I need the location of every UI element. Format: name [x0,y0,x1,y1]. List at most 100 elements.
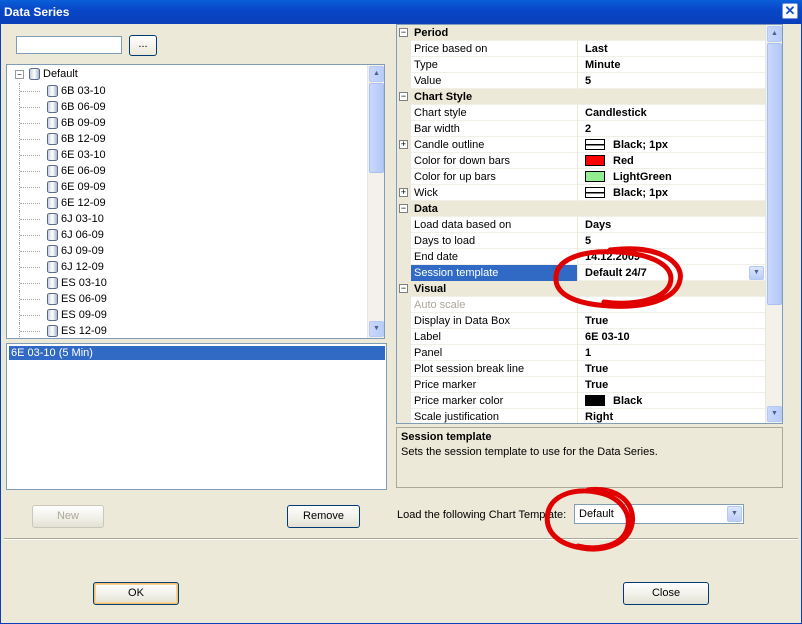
prop-load-based-on[interactable]: Load data based on Days [397,217,766,233]
remove-button[interactable]: Remove [287,505,360,528]
tree-item[interactable]: 6B 03-10 [7,83,367,99]
tree-root-default[interactable]: − Default [15,68,78,84]
line-style-icon [585,187,605,198]
scroll-up-icon[interactable]: ▲ [767,26,782,42]
scroll-down-icon[interactable]: ▼ [369,321,384,337]
database-icon [47,293,58,306]
prop-color-down[interactable]: Color for down bars Red [397,153,766,169]
tree-item-label: ES 03-10 [61,277,107,289]
tree-item[interactable]: 6E 03-10 [7,147,367,163]
prop-display-data-box[interactable]: Display in Data Box True [397,313,766,329]
database-icon [47,85,58,98]
tree-item-label: 6J 09-09 [61,245,104,257]
property-grid[interactable]: − Period Price based on Last Type Minute Va… [396,24,783,424]
series-row[interactable]: 6E 03-10 (5 Min) [9,346,385,360]
tree-item[interactable]: 6E 06-09 [7,163,367,179]
tree-item-label: 6B 03-10 [61,85,106,97]
scroll-thumb[interactable] [767,43,782,305]
tree-connector [19,131,43,147]
tree-item-label: 6E 09-09 [61,181,106,193]
prop-scale-justification[interactable]: Scale justification Right [397,409,766,423]
tree-connector [19,307,43,323]
tree-connector [19,179,43,195]
tree-item[interactable]: ES 12-09 [7,323,367,338]
prop-bar-width[interactable]: Bar width 2 [397,121,766,137]
database-icon [47,181,58,194]
close-button[interactable]: Close [623,582,709,605]
category-period[interactable]: − Period [397,25,766,41]
expand-icon[interactable]: + [399,188,408,197]
tree-connector [19,83,43,99]
tree-connector [19,259,43,275]
tree-item[interactable]: 6E 09-09 [7,179,367,195]
category-chart-style[interactable]: − Chart Style [397,89,766,105]
tree-item-label: 6E 06-09 [61,165,106,177]
new-button[interactable]: New [32,505,104,528]
scroll-thumb[interactable] [369,83,384,173]
collapse-icon[interactable]: − [399,92,408,101]
database-icon [47,197,58,210]
ok-button[interactable]: OK [93,582,179,605]
prop-plot-session-break[interactable]: Plot session break line True [397,361,766,377]
property-description: Session template Sets the session templa… [396,427,783,488]
prop-value[interactable]: Value 5 [397,73,766,89]
prop-candle-outline[interactable]: + Candle outline Black; 1px [397,137,766,153]
close-window-button[interactable]: ✕ [782,3,798,19]
dropdown-arrow-icon[interactable]: ▼ [749,266,764,280]
prop-days-to-load[interactable]: Days to load 5 [397,233,766,249]
collapse-icon[interactable]: − [399,284,408,293]
tree-item[interactable]: 6J 06-09 [7,227,367,243]
selected-series-list[interactable]: 6E 03-10 (5 Min) [6,343,387,490]
prop-auto-scale: Auto scale [397,297,766,313]
prop-end-date[interactable]: End date 14.12.2009 [397,249,766,265]
collapse-icon[interactable]: − [399,204,408,213]
instrument-tree[interactable]: − Default 6B 03-10 6B 06-09 6B 09-09 6B 12-0… [6,64,385,339]
prop-panel[interactable]: Panel 1 [397,345,766,361]
tree-item[interactable]: 6J 09-09 [7,243,367,259]
dropdown-arrow-icon[interactable]: ▼ [727,506,742,522]
prop-price-marker[interactable]: Price marker True [397,377,766,393]
scroll-up-icon[interactable]: ▲ [369,66,384,82]
tree-connector [19,227,43,243]
category-data[interactable]: − Data [397,201,766,217]
prop-price-based-on[interactable]: Price based on Last [397,41,766,57]
tree-item[interactable]: 6E 12-09 [7,195,367,211]
tree-item-label: 6B 06-09 [61,101,106,113]
prop-label[interactable]: Label 6E 03-10 [397,329,766,345]
chart-template-select[interactable]: Default ▼ [574,504,744,524]
tree-item[interactable]: ES 09-09 [7,307,367,323]
database-icon [47,245,58,258]
grid-scrollbar[interactable]: ▲ ▼ [765,25,782,423]
tree-item[interactable]: 6J 03-10 [7,211,367,227]
prop-session-template[interactable]: Session template Default 24/7 ▼ [397,265,766,281]
tree-connector [19,147,43,163]
tree-item[interactable]: 6B 06-09 [7,99,367,115]
database-icon [47,213,58,226]
category-visual[interactable]: − Visual [397,281,766,297]
prop-color-up[interactable]: Color for up bars LightGreen [397,169,766,185]
collapse-icon[interactable]: − [15,69,24,79]
search-input[interactable] [16,36,122,54]
tree-scrollbar[interactable]: ▲ ▼ [367,65,384,338]
color-swatch-icon [585,171,605,182]
browse-button[interactable]: ... [129,35,157,56]
expand-icon[interactable]: + [399,140,408,149]
prop-price-marker-color[interactable]: Price marker color Black [397,393,766,409]
tree-item[interactable]: 6B 09-09 [7,115,367,131]
scroll-down-icon[interactable]: ▼ [767,406,782,422]
separator [4,538,798,540]
tree-item-label: 6B 12-09 [61,133,106,145]
tree-item[interactable]: ES 06-09 [7,291,367,307]
tree-item[interactable]: 6J 12-09 [7,259,367,275]
prop-chart-style[interactable]: Chart style Candlestick [397,105,766,121]
tree-item[interactable]: 6B 12-09 [7,131,367,147]
tree-item-list: 6B 03-10 6B 06-09 6B 09-09 6B 12-09 6E 03-10… [7,83,367,338]
prop-type[interactable]: Type Minute [397,57,766,73]
tree-item[interactable]: ES 03-10 [7,275,367,291]
tree-connector [19,323,43,338]
description-text: Sets the session template to use for the… [401,446,658,458]
prop-wick[interactable]: + Wick Black; 1px [397,185,766,201]
collapse-icon[interactable]: − [399,28,408,37]
tree-connector [19,243,43,259]
tree-connector [19,115,43,131]
